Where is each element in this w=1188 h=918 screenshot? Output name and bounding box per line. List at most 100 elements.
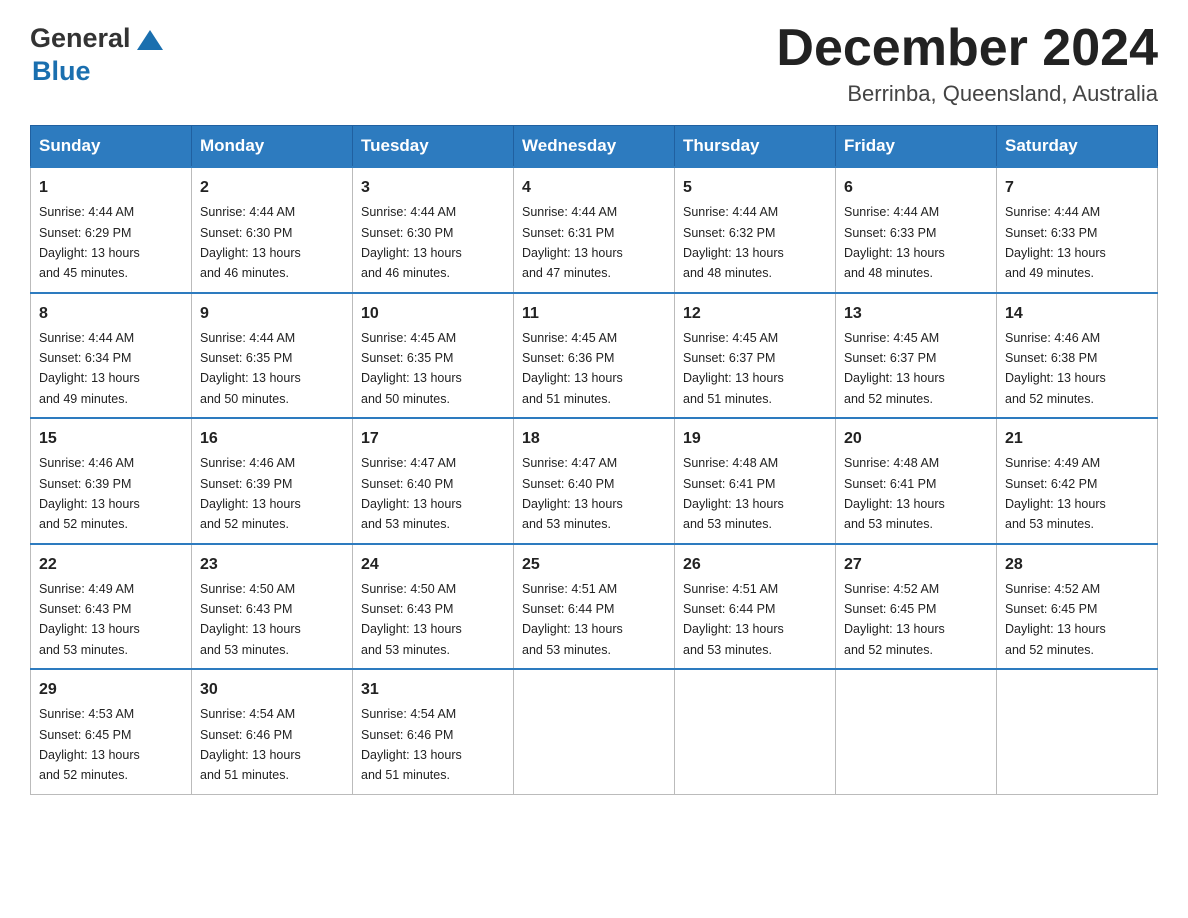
day-info: Sunrise: 4:45 AMSunset: 6:36 PMDaylight:… bbox=[522, 331, 623, 406]
day-number: 21 bbox=[1005, 427, 1149, 451]
logo-blue-text: Blue bbox=[32, 56, 91, 86]
calendar-cell: 6 Sunrise: 4:44 AMSunset: 6:33 PMDayligh… bbox=[836, 167, 997, 293]
day-info: Sunrise: 4:44 AMSunset: 6:35 PMDaylight:… bbox=[200, 331, 301, 406]
calendar-cell: 4 Sunrise: 4:44 AMSunset: 6:31 PMDayligh… bbox=[514, 167, 675, 293]
calendar-table: SundayMondayTuesdayWednesdayThursdayFrid… bbox=[30, 125, 1158, 795]
day-number: 15 bbox=[39, 427, 183, 451]
weekday-header-wednesday: Wednesday bbox=[514, 126, 675, 168]
day-number: 10 bbox=[361, 302, 505, 326]
day-info: Sunrise: 4:44 AMSunset: 6:32 PMDaylight:… bbox=[683, 205, 784, 280]
calendar-cell bbox=[514, 669, 675, 794]
day-number: 4 bbox=[522, 176, 666, 200]
day-info: Sunrise: 4:47 AMSunset: 6:40 PMDaylight:… bbox=[361, 456, 462, 531]
day-info: Sunrise: 4:44 AMSunset: 6:30 PMDaylight:… bbox=[361, 205, 462, 280]
day-number: 12 bbox=[683, 302, 827, 326]
calendar-cell: 10 Sunrise: 4:45 AMSunset: 6:35 PMDaylig… bbox=[353, 293, 514, 419]
weekday-header-sunday: Sunday bbox=[31, 126, 192, 168]
week-row-1: 1 Sunrise: 4:44 AMSunset: 6:29 PMDayligh… bbox=[31, 167, 1158, 293]
calendar-cell: 31 Sunrise: 4:54 AMSunset: 6:46 PMDaylig… bbox=[353, 669, 514, 794]
week-row-5: 29 Sunrise: 4:53 AMSunset: 6:45 PMDaylig… bbox=[31, 669, 1158, 794]
day-number: 19 bbox=[683, 427, 827, 451]
day-info: Sunrise: 4:52 AMSunset: 6:45 PMDaylight:… bbox=[1005, 582, 1106, 657]
logo-general-text: General bbox=[30, 23, 131, 54]
calendar-cell: 24 Sunrise: 4:50 AMSunset: 6:43 PMDaylig… bbox=[353, 544, 514, 670]
day-number: 27 bbox=[844, 553, 988, 577]
weekday-header-thursday: Thursday bbox=[675, 126, 836, 168]
day-info: Sunrise: 4:44 AMSunset: 6:31 PMDaylight:… bbox=[522, 205, 623, 280]
calendar-cell: 20 Sunrise: 4:48 AMSunset: 6:41 PMDaylig… bbox=[836, 418, 997, 544]
day-info: Sunrise: 4:45 AMSunset: 6:35 PMDaylight:… bbox=[361, 331, 462, 406]
day-info: Sunrise: 4:47 AMSunset: 6:40 PMDaylight:… bbox=[522, 456, 623, 531]
day-info: Sunrise: 4:54 AMSunset: 6:46 PMDaylight:… bbox=[200, 707, 301, 782]
day-number: 17 bbox=[361, 427, 505, 451]
day-info: Sunrise: 4:49 AMSunset: 6:43 PMDaylight:… bbox=[39, 582, 140, 657]
calendar-cell: 25 Sunrise: 4:51 AMSunset: 6:44 PMDaylig… bbox=[514, 544, 675, 670]
calendar-cell: 23 Sunrise: 4:50 AMSunset: 6:43 PMDaylig… bbox=[192, 544, 353, 670]
day-info: Sunrise: 4:51 AMSunset: 6:44 PMDaylight:… bbox=[522, 582, 623, 657]
day-number: 30 bbox=[200, 678, 344, 702]
weekday-header-row: SundayMondayTuesdayWednesdayThursdayFrid… bbox=[31, 126, 1158, 168]
weekday-header-friday: Friday bbox=[836, 126, 997, 168]
day-number: 14 bbox=[1005, 302, 1149, 326]
day-number: 1 bbox=[39, 176, 183, 200]
day-number: 22 bbox=[39, 553, 183, 577]
day-number: 3 bbox=[361, 176, 505, 200]
day-number: 11 bbox=[522, 302, 666, 326]
calendar-cell: 11 Sunrise: 4:45 AMSunset: 6:36 PMDaylig… bbox=[514, 293, 675, 419]
day-info: Sunrise: 4:44 AMSunset: 6:33 PMDaylight:… bbox=[1005, 205, 1106, 280]
day-number: 23 bbox=[200, 553, 344, 577]
calendar-cell: 18 Sunrise: 4:47 AMSunset: 6:40 PMDaylig… bbox=[514, 418, 675, 544]
calendar-cell bbox=[675, 669, 836, 794]
day-info: Sunrise: 4:44 AMSunset: 6:33 PMDaylight:… bbox=[844, 205, 945, 280]
calendar-cell: 19 Sunrise: 4:48 AMSunset: 6:41 PMDaylig… bbox=[675, 418, 836, 544]
calendar-cell bbox=[997, 669, 1158, 794]
day-number: 9 bbox=[200, 302, 344, 326]
day-info: Sunrise: 4:53 AMSunset: 6:45 PMDaylight:… bbox=[39, 707, 140, 782]
day-number: 18 bbox=[522, 427, 666, 451]
weekday-header-monday: Monday bbox=[192, 126, 353, 168]
calendar-cell: 15 Sunrise: 4:46 AMSunset: 6:39 PMDaylig… bbox=[31, 418, 192, 544]
calendar-cell: 21 Sunrise: 4:49 AMSunset: 6:42 PMDaylig… bbox=[997, 418, 1158, 544]
day-number: 6 bbox=[844, 176, 988, 200]
day-info: Sunrise: 4:50 AMSunset: 6:43 PMDaylight:… bbox=[361, 582, 462, 657]
day-number: 7 bbox=[1005, 176, 1149, 200]
day-info: Sunrise: 4:45 AMSunset: 6:37 PMDaylight:… bbox=[844, 331, 945, 406]
calendar-cell: 17 Sunrise: 4:47 AMSunset: 6:40 PMDaylig… bbox=[353, 418, 514, 544]
calendar-cell: 12 Sunrise: 4:45 AMSunset: 6:37 PMDaylig… bbox=[675, 293, 836, 419]
logo: General Blue bbox=[30, 20, 167, 87]
day-info: Sunrise: 4:44 AMSunset: 6:30 PMDaylight:… bbox=[200, 205, 301, 280]
day-number: 20 bbox=[844, 427, 988, 451]
day-info: Sunrise: 4:54 AMSunset: 6:46 PMDaylight:… bbox=[361, 707, 462, 782]
day-number: 25 bbox=[522, 553, 666, 577]
calendar-cell: 3 Sunrise: 4:44 AMSunset: 6:30 PMDayligh… bbox=[353, 167, 514, 293]
day-info: Sunrise: 4:46 AMSunset: 6:38 PMDaylight:… bbox=[1005, 331, 1106, 406]
week-row-3: 15 Sunrise: 4:46 AMSunset: 6:39 PMDaylig… bbox=[31, 418, 1158, 544]
calendar-cell: 16 Sunrise: 4:46 AMSunset: 6:39 PMDaylig… bbox=[192, 418, 353, 544]
day-number: 5 bbox=[683, 176, 827, 200]
day-number: 31 bbox=[361, 678, 505, 702]
day-number: 29 bbox=[39, 678, 183, 702]
weekday-header-tuesday: Tuesday bbox=[353, 126, 514, 168]
day-info: Sunrise: 4:51 AMSunset: 6:44 PMDaylight:… bbox=[683, 582, 784, 657]
day-number: 2 bbox=[200, 176, 344, 200]
day-number: 8 bbox=[39, 302, 183, 326]
title-area: December 2024 Berrinba, Queensland, Aust… bbox=[776, 20, 1158, 107]
day-number: 24 bbox=[361, 553, 505, 577]
page-header: General Blue December 2024 Berrinba, Que… bbox=[30, 20, 1158, 107]
calendar-cell: 22 Sunrise: 4:49 AMSunset: 6:43 PMDaylig… bbox=[31, 544, 192, 670]
calendar-cell: 8 Sunrise: 4:44 AMSunset: 6:34 PMDayligh… bbox=[31, 293, 192, 419]
calendar-cell: 2 Sunrise: 4:44 AMSunset: 6:30 PMDayligh… bbox=[192, 167, 353, 293]
day-info: Sunrise: 4:49 AMSunset: 6:42 PMDaylight:… bbox=[1005, 456, 1106, 531]
location-title: Berrinba, Queensland, Australia bbox=[776, 81, 1158, 107]
calendar-cell: 1 Sunrise: 4:44 AMSunset: 6:29 PMDayligh… bbox=[31, 167, 192, 293]
month-title: December 2024 bbox=[776, 20, 1158, 77]
day-info: Sunrise: 4:45 AMSunset: 6:37 PMDaylight:… bbox=[683, 331, 784, 406]
day-info: Sunrise: 4:46 AMSunset: 6:39 PMDaylight:… bbox=[200, 456, 301, 531]
calendar-cell bbox=[836, 669, 997, 794]
calendar-cell: 27 Sunrise: 4:52 AMSunset: 6:45 PMDaylig… bbox=[836, 544, 997, 670]
day-info: Sunrise: 4:48 AMSunset: 6:41 PMDaylight:… bbox=[683, 456, 784, 531]
day-info: Sunrise: 4:48 AMSunset: 6:41 PMDaylight:… bbox=[844, 456, 945, 531]
logo-triangle-icon bbox=[133, 22, 167, 56]
day-number: 28 bbox=[1005, 553, 1149, 577]
calendar-cell: 28 Sunrise: 4:52 AMSunset: 6:45 PMDaylig… bbox=[997, 544, 1158, 670]
